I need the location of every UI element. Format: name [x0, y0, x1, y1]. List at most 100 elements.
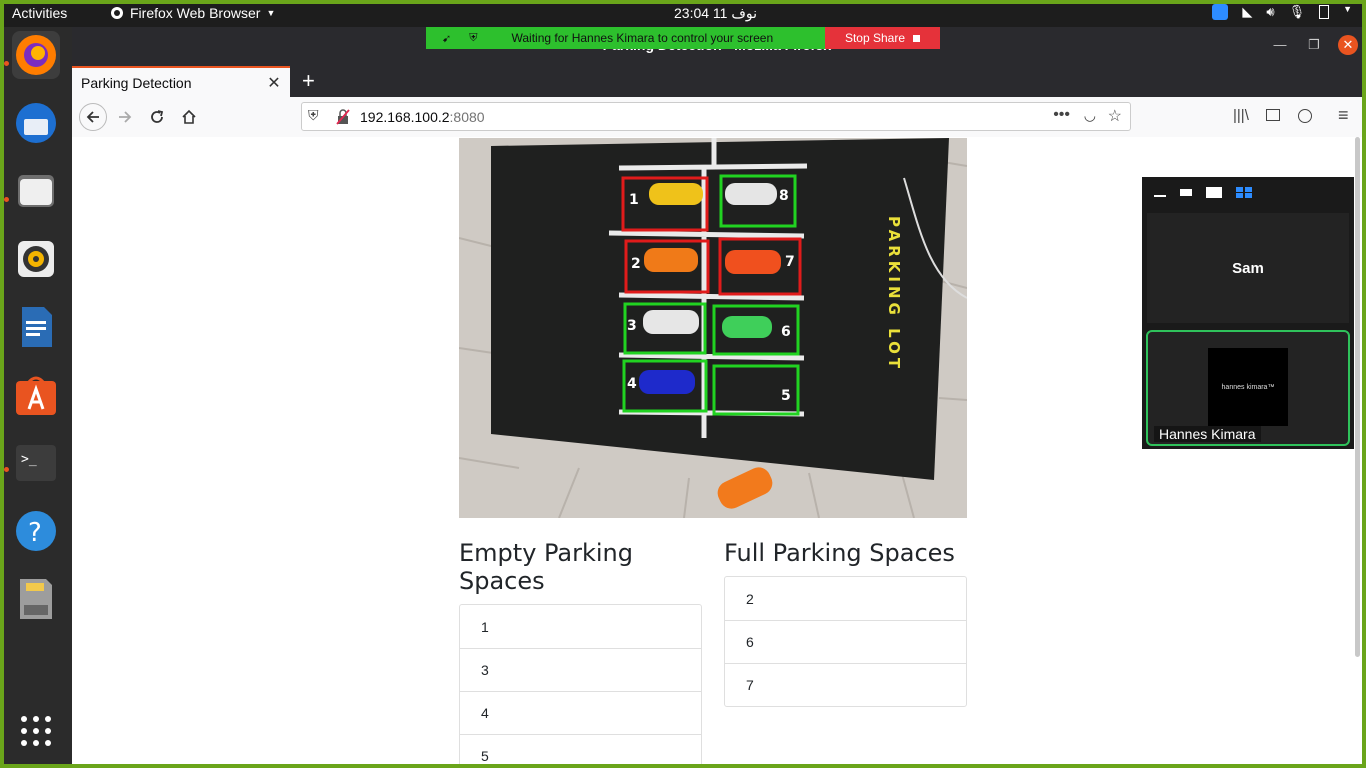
reload-icon: [151, 110, 164, 123]
gallery-view-icon[interactable]: [1236, 186, 1252, 198]
large-view-icon[interactable]: [1206, 186, 1222, 198]
writer-dock-icon[interactable]: [12, 303, 60, 351]
library-icon[interactable]: |||\: [1233, 107, 1249, 124]
speaker-view-icon[interactable]: [1180, 188, 1192, 196]
home-button[interactable]: [177, 105, 201, 129]
close-window-button[interactable]: ✕: [1338, 35, 1358, 55]
top-bar: Activities Firefox Web Browser ▼ 23:04 1…: [0, 0, 1366, 27]
participant-tile-sam[interactable]: Sam: [1147, 213, 1349, 323]
full-spaces-list: 2 6 7: [724, 576, 967, 707]
painted-number: 7: [785, 254, 795, 270]
forward-arrow-icon: [119, 111, 132, 123]
painted-number: 6: [781, 324, 791, 340]
painted-number: 8: [779, 188, 789, 204]
forward-button[interactable]: [113, 105, 137, 129]
system-tray[interactable]: ◣ 🔊︎ 🎙︎ ▼: [1212, 4, 1352, 20]
title-bar: Parking Detection - Mozilla Firefox ➹ ⛨ …: [72, 27, 1362, 64]
firefox-small-icon: [111, 7, 123, 19]
menu-icon[interactable]: ≡: [1338, 105, 1349, 126]
screen-share-bar: ➹ ⛨ Waiting for Hannes Kimara to control…: [426, 27, 940, 49]
zoom-panel: Sam hannes kimara™ Hannes Kimara: [1142, 177, 1354, 449]
minimize-button[interactable]: —: [1270, 35, 1290, 55]
battery-icon: [1319, 5, 1330, 19]
home-icon: [182, 109, 196, 124]
svg-text:?: ?: [28, 518, 42, 548]
running-indicator: [4, 197, 9, 202]
stop-share-button[interactable]: Stop Share: [825, 27, 940, 49]
video-text: hannes kimara™: [1221, 383, 1275, 391]
zoom-tray-icon[interactable]: [1212, 4, 1229, 20]
list-item: 4: [460, 691, 701, 734]
stop-share-label: Stop Share: [844, 31, 906, 45]
participant-name: Hannes Kimara: [1154, 426, 1261, 442]
wifi-icon: ◣: [1242, 4, 1253, 19]
app-menu-label: Firefox Web Browser: [130, 5, 261, 21]
list-item: 1: [481, 618, 489, 635]
scrollbar[interactable]: [1355, 137, 1360, 657]
sidebar-icon[interactable]: [1266, 109, 1280, 121]
camera-feed: 1 8 2 7 3 6 4 5 PARKING LOT: [459, 138, 967, 518]
list-item: 5: [460, 734, 701, 764]
insecure-lock-icon[interactable]: [336, 109, 350, 125]
empty-spaces-list: 1 3 4 5: [459, 604, 702, 764]
shield-icon[interactable]: ⛨: [308, 107, 319, 124]
car-red-orange-icon: [725, 250, 781, 274]
new-tab-button[interactable]: +: [302, 68, 315, 94]
volume-icon: 🔊︎: [1266, 4, 1275, 19]
painted-number: 4: [627, 376, 637, 392]
tab-parking-detection[interactable]: Parking Detection ✕: [72, 66, 290, 97]
firefox-dock-icon[interactable]: [12, 31, 60, 79]
app-menu[interactable]: Firefox Web Browser ▼: [110, 5, 275, 21]
files-dock-icon[interactable]: [12, 167, 60, 215]
svg-text:>_: >_: [21, 452, 37, 467]
close-tab-icon[interactable]: ✕: [264, 73, 284, 93]
car-yellow-icon: [649, 183, 703, 205]
running-indicator: [4, 61, 9, 66]
app-grid-icon[interactable]: [12, 707, 60, 755]
minimize-view-icon[interactable]: [1154, 195, 1166, 197]
participant-tile-hannes[interactable]: hannes kimara™ Hannes Kimara: [1146, 330, 1350, 446]
participant-video: hannes kimara™: [1208, 348, 1288, 426]
list-item: 3: [460, 648, 701, 691]
maximize-button[interactable]: ❐: [1304, 35, 1324, 55]
url-host: 192.168.100.2: [360, 109, 450, 125]
full-spaces-section: Full Parking Spaces 2 6 7: [724, 539, 967, 707]
terminal-dock-icon[interactable]: >_: [12, 439, 60, 487]
page-actions-icon[interactable]: •••: [1053, 106, 1070, 124]
account-icon[interactable]: [1298, 109, 1312, 123]
empty-spaces-title: Empty Parking Spaces: [459, 539, 633, 595]
list-item: 2: [746, 590, 754, 607]
painted-number: 2: [631, 256, 641, 272]
car-white-icon: [725, 183, 777, 205]
clock[interactable]: 23:04 11 نوف: [674, 5, 757, 22]
rhythmbox-dock-icon[interactable]: [12, 235, 60, 283]
reload-button[interactable]: [145, 105, 169, 129]
url-bar[interactable]: ⛨ 192.168.100.2:8080 ••• ◡ ☆: [301, 102, 1131, 131]
bookmark-star-icon[interactable]: ☆: [1108, 106, 1122, 126]
nav-bar: ⛨ 192.168.100.2:8080 ••• ◡ ☆ |||\ ≡: [72, 97, 1362, 138]
stop-square-icon: [913, 34, 921, 42]
url-text: 192.168.100.2:8080: [360, 109, 485, 125]
empty-spaces-section: Empty Parking Spaces 1 3 4 5: [459, 539, 702, 764]
painted-number: 5: [781, 388, 791, 404]
list-item: 7: [725, 663, 966, 706]
painted-number: 1: [629, 192, 639, 208]
zoom-view-toolbar: [1142, 177, 1354, 207]
chevron-down-icon: ▼: [266, 8, 276, 18]
running-indicator: [4, 467, 9, 472]
dock: >_ ?: [0, 27, 72, 768]
chevron-down-icon: ▼: [1343, 4, 1352, 14]
share-status: ➹ ⛨ Waiting for Hannes Kimara to control…: [426, 27, 825, 49]
car-white-icon: [643, 310, 699, 334]
pocket-icon[interactable]: ◡: [1084, 107, 1096, 124]
tab-label: Parking Detection: [81, 74, 192, 91]
car-green-icon: [722, 316, 772, 338]
collapse-arrow-icon[interactable]: ➹: [442, 32, 451, 45]
thunderbird-dock-icon[interactable]: [12, 99, 60, 147]
help-dock-icon[interactable]: ?: [12, 507, 60, 555]
share-message: Waiting for Hannes Kimara to control you…: [511, 31, 774, 45]
software-dock-icon[interactable]: [12, 371, 60, 419]
activities-button[interactable]: Activities: [12, 5, 67, 21]
back-button[interactable]: [79, 103, 107, 131]
sd-card-dock-icon[interactable]: [12, 575, 60, 623]
